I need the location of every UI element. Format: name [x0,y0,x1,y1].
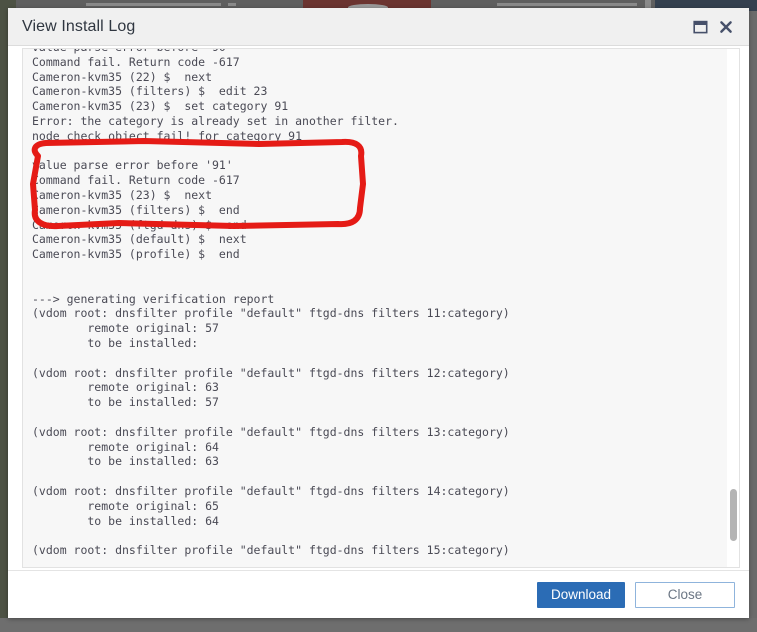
restore-window-button[interactable] [687,14,713,40]
install-log-scroll-area[interactable]: value parse error before '90' Command fa… [23,49,740,567]
backdrop-chip-2 [228,3,236,6]
restore-window-icon [692,20,708,34]
backdrop-chip-1 [86,3,221,6]
close-icon [719,20,733,34]
close-button[interactable]: Close [635,581,735,608]
backdrop-bottom-bar [0,618,757,632]
log-scrollbar-thumb[interactable] [730,489,737,541]
log-vertical-scrollbar[interactable] [727,48,740,568]
install-log-text: value parse error before '90' Command fa… [32,49,510,558]
dialog-title: View Install Log [22,17,136,35]
close-window-button[interactable] [713,14,739,40]
dialog-footer: Download Close [8,570,749,618]
download-button[interactable]: Download [536,581,625,608]
dialog-header: View Install Log [8,8,749,46]
install-log-panel: value parse error before '90' Command fa… [22,48,740,568]
dialog-body: value parse error before '90' Command fa… [8,46,749,570]
backdrop-chip-3 [497,3,637,6]
view-install-log-dialog: View Install Log value parse error befor… [8,8,749,618]
